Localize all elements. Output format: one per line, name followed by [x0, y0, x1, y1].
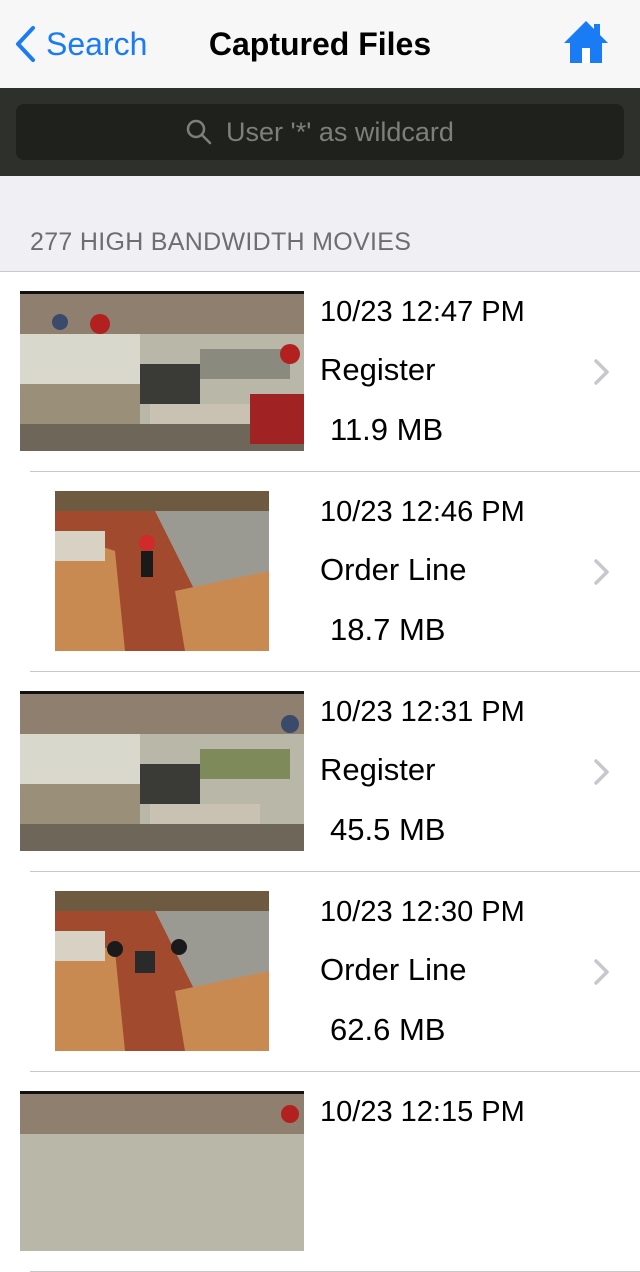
register-camera-thumbnail: [20, 691, 304, 851]
register-camera-thumbnail: [20, 291, 304, 451]
file-camera-name: Order Line: [320, 952, 467, 987]
file-camera-name: Register: [320, 352, 436, 387]
section-header: 277 HIGH BANDWIDTH MOVIES: [30, 228, 412, 256]
home-button[interactable]: [562, 18, 610, 66]
list-item[interactable]: 10/23 12:30 PM Order Line 62.6 MB: [0, 872, 640, 1072]
navigation-bar: Search Captured Files: [0, 0, 640, 88]
chevron-right-icon: [594, 359, 609, 385]
order-line-camera-thumbnail: [55, 491, 269, 651]
chevron-right-icon: [594, 959, 609, 985]
chevron-right-icon: [594, 759, 609, 785]
page-title: Captured Files: [208, 26, 432, 62]
file-size: 18.7 MB: [330, 612, 446, 647]
chevron-right-icon: [594, 559, 609, 585]
home-icon: [564, 21, 608, 63]
file-date: 10/23 12:30 PM: [320, 896, 525, 928]
file-date: 10/23 12:31 PM: [320, 696, 525, 728]
list-item[interactable]: 10/23 12:47 PM Register 11.9 MB: [0, 272, 640, 472]
file-list: 10/23 12:47 PM Register 11.9 MB 10/23 12…: [0, 272, 640, 1272]
file-size: 45.5 MB: [330, 812, 446, 847]
list-item[interactable]: 10/23 12:46 PM Order Line 18.7 MB: [0, 472, 640, 672]
register-camera-thumbnail: [20, 1091, 304, 1251]
search-placeholder: User '*' as wildcard: [226, 116, 454, 147]
search-bar: User '*' as wildcard: [0, 88, 640, 176]
file-size: 62.6 MB: [330, 1012, 446, 1047]
search-icon: [186, 119, 212, 145]
file-date: 10/23 12:15 PM: [320, 1096, 525, 1128]
file-size: 11.9 MB: [330, 412, 444, 447]
file-camera-name: Order Line: [320, 552, 467, 587]
order-line-camera-thumbnail: [55, 891, 269, 1051]
search-input[interactable]: User '*' as wildcard: [16, 104, 624, 160]
list-item[interactable]: 10/23 12:31 PM Register 45.5 MB: [0, 672, 640, 872]
file-date: 10/23 12:46 PM: [320, 496, 525, 528]
list-item[interactable]: 10/23 12:15 PM: [0, 1072, 640, 1272]
file-date: 10/23 12:47 PM: [320, 296, 525, 328]
file-camera-name: Register: [320, 752, 436, 787]
section-header-background: [0, 176, 640, 272]
